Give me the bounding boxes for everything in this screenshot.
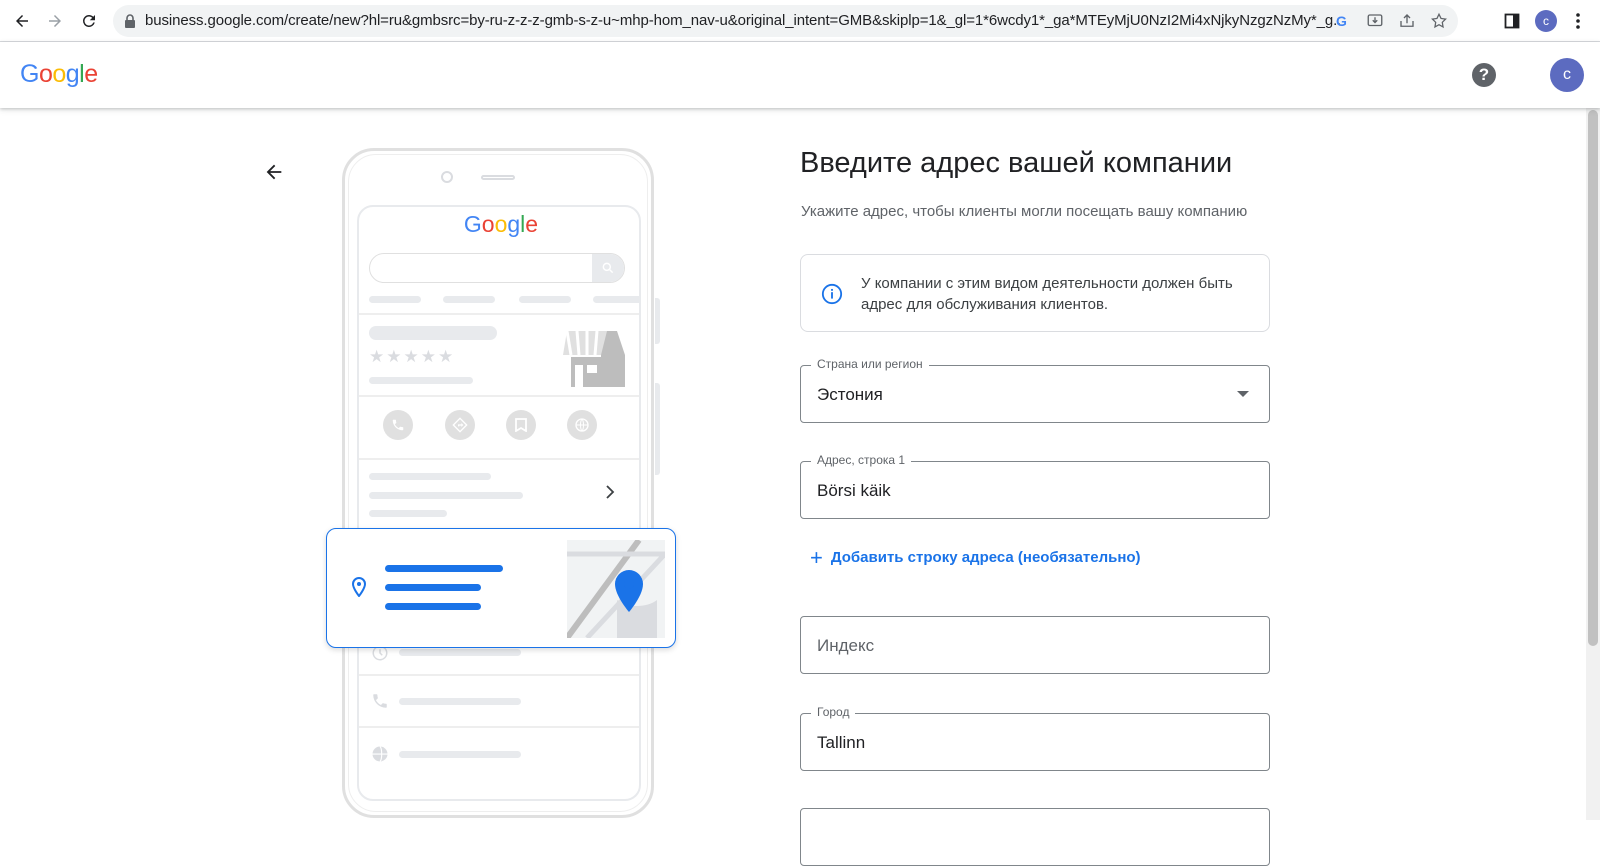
arrow-back-icon (266, 164, 282, 180)
reload-icon[interactable] (76, 8, 102, 34)
account-avatar[interactable]: c (1550, 58, 1584, 92)
forward-icon[interactable] (42, 8, 68, 34)
page-scrollbar[interactable] (1586, 108, 1600, 820)
add-address-line-label: Добавить строку адреса (необязательно) (830, 549, 1141, 566)
phone-speaker (481, 175, 515, 180)
profile-button[interactable]: c (1533, 8, 1559, 34)
share-icon[interactable] (1397, 11, 1417, 31)
scrollbar-thumb[interactable] (1588, 110, 1598, 646)
website-globe-icon (567, 410, 597, 440)
svg-text:G: G (1336, 13, 1347, 29)
illustration-search-box (369, 253, 625, 283)
install-app-icon[interactable] (1365, 11, 1385, 31)
city-label: Город (811, 705, 856, 719)
postal-code-placeholder: Индекс (817, 636, 875, 655)
rating-stars-icon: ★★★★★ (369, 347, 456, 366)
globe-outline-icon (371, 745, 389, 768)
bookmark-star-icon[interactable] (1429, 11, 1449, 31)
page-subtitle: Укажите адрес, чтобы клиенты могли посещ… (801, 203, 1248, 220)
country-select[interactable]: Страна или регион Эстония (800, 357, 1270, 423)
browser-toolbar: business.google.com/create/new?hl=ru&gmb… (0, 0, 1600, 42)
google-lens-icon[interactable]: G (1333, 11, 1353, 31)
phone-side-button (655, 298, 660, 344)
app-header: Google ? c (0, 42, 1600, 108)
address-line1-label: Адрес, строка 1 (811, 453, 912, 467)
info-icon (821, 283, 843, 310)
help-icon[interactable]: ? (1472, 63, 1496, 87)
url-text: business.google.com/create/new?hl=ru&gmb… (145, 12, 1340, 29)
illustration-google-logo: Google (463, 211, 539, 237)
add-address-line-button[interactable]: + Добавить строку адреса (необязательно) (810, 544, 1141, 570)
side-panel-icon[interactable] (1499, 8, 1525, 34)
location-card-illustration (326, 528, 676, 648)
info-notice: У компании с этим видом деятельности дол… (800, 254, 1270, 332)
address-line1-value: Börsi käik (817, 481, 891, 500)
storefront-icon (563, 327, 625, 392)
city-value: Tallinn (817, 733, 866, 752)
country-label: Страна или регион (811, 357, 929, 371)
bookmark-icon (506, 410, 536, 440)
directions-icon (445, 410, 475, 440)
next-field-input[interactable] (800, 808, 1270, 866)
info-text: У компании с этим видом деятельности дол… (861, 275, 1233, 313)
search-icon (592, 254, 624, 282)
phone-screen: Google ★★★★★ (357, 205, 641, 801)
city-input[interactable]: Город Tallinn (800, 705, 1270, 771)
more-menu-icon[interactable] (1565, 8, 1591, 34)
profile-avatar: c (1535, 10, 1557, 32)
page-title: Введите адрес вашей компании (800, 147, 1233, 179)
google-logo[interactable]: Google (20, 60, 98, 89)
phone-side-button (655, 383, 660, 475)
phone-camera (441, 171, 453, 183)
map-thumbnail (567, 540, 665, 638)
postal-code-input[interactable]: Индекс (800, 616, 1270, 674)
lock-icon (124, 14, 136, 33)
chevron-right-icon (605, 485, 615, 504)
back-icon[interactable] (9, 8, 35, 34)
location-pin-icon (351, 576, 367, 602)
phone-call-icon (383, 410, 413, 440)
address-line1-input[interactable]: Адрес, строка 1 Börsi käik (800, 453, 1270, 519)
dropdown-arrow-icon (1237, 391, 1249, 397)
address-bar[interactable]: business.google.com/create/new?hl=ru&gmb… (113, 5, 1458, 37)
back-button[interactable] (260, 158, 288, 186)
plus-icon: + (810, 544, 823, 570)
country-value: Эстония (817, 385, 883, 404)
phone-outline-icon (371, 692, 389, 715)
